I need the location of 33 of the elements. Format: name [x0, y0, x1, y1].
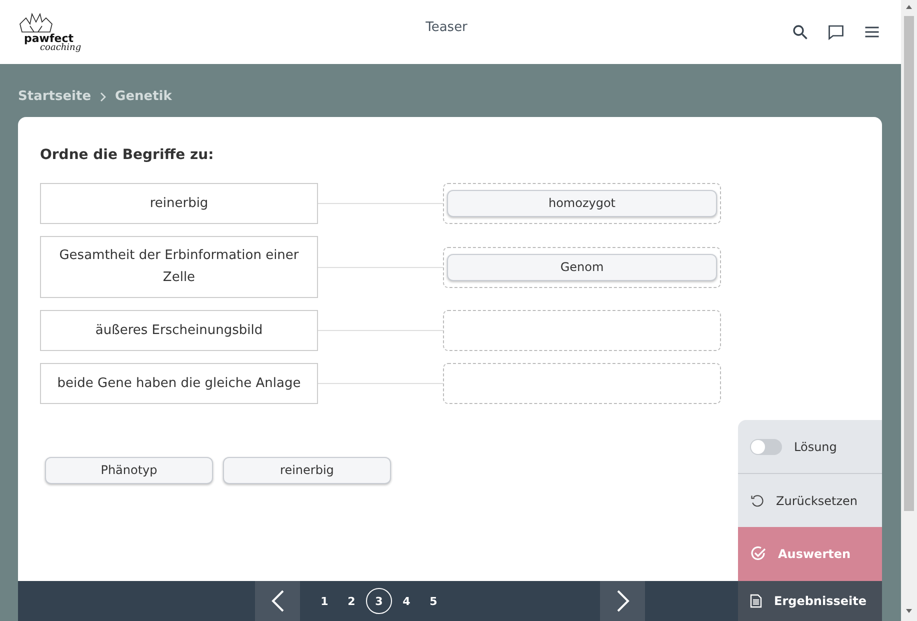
drop-zone[interactable]: Genom — [443, 246, 721, 288]
chat-icon[interactable] — [827, 23, 845, 41]
chevron-icon — [99, 92, 108, 102]
drop-zone[interactable]: homozygot — [443, 183, 721, 224]
page-button[interactable]: 2 — [339, 588, 364, 614]
page-button[interactable]: 4 — [394, 588, 419, 614]
reset-icon — [750, 494, 764, 508]
term-box: äußeres Erscheinungsbild — [40, 310, 318, 351]
term-box: reinerbig — [40, 183, 318, 224]
answer-chip[interactable]: Phänotyp — [45, 457, 213, 484]
chevron-right-icon — [616, 590, 630, 612]
solution-toggle[interactable]: Lösung — [738, 420, 882, 474]
check-circle-icon — [750, 546, 766, 562]
reset-button[interactable]: Zurücksetzen — [738, 474, 882, 527]
document-icon — [750, 594, 762, 608]
page-button[interactable]: 1 — [312, 588, 337, 614]
page-button[interactable]: 3 — [366, 588, 392, 614]
chevron-left-icon — [270, 590, 284, 612]
logo-subtitle: coaching — [40, 44, 82, 52]
term-box: Gesamtheit der Erbinformation einer Zelle — [40, 236, 318, 298]
answer-chip[interactable]: homozygot — [447, 190, 717, 217]
task-prompt: Ordne die Begriffe zu: — [40, 147, 215, 163]
search-icon[interactable] — [791, 23, 809, 41]
page-button[interactable]: 5 — [421, 588, 446, 614]
answer-chip[interactable]: reinerbig — [223, 457, 391, 484]
term-box: beide Gene haben die gleiche Anlage — [40, 363, 318, 404]
results-button[interactable]: Ergebnisseite — [738, 581, 882, 621]
answer-chip[interactable]: Genom — [447, 254, 717, 280]
previous-button[interactable] — [255, 581, 300, 621]
page-title: Teaser — [424, 20, 468, 34]
next-button[interactable] — [600, 581, 645, 621]
toggle-switch[interactable] — [750, 438, 782, 454]
logo-text: pawfect — [24, 34, 74, 44]
